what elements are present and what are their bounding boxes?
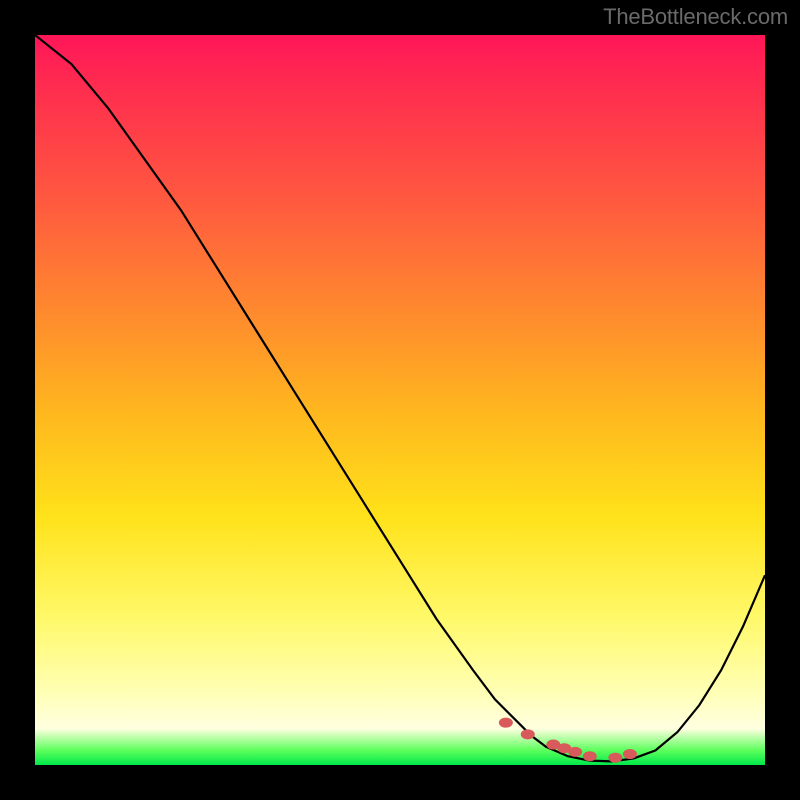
chart-overlay <box>35 35 765 765</box>
highlight-dot <box>568 747 582 757</box>
highlight-dot <box>608 753 622 763</box>
highlight-dot <box>623 749 637 759</box>
bottleneck-curve <box>35 35 765 761</box>
highlight-dot <box>583 751 597 761</box>
watermark-label: TheBottleneck.com <box>603 4 788 30</box>
highlight-dot <box>521 729 535 739</box>
plot-area <box>35 35 765 765</box>
highlight-dot <box>499 718 513 728</box>
chart-container: TheBottleneck.com <box>0 0 800 800</box>
